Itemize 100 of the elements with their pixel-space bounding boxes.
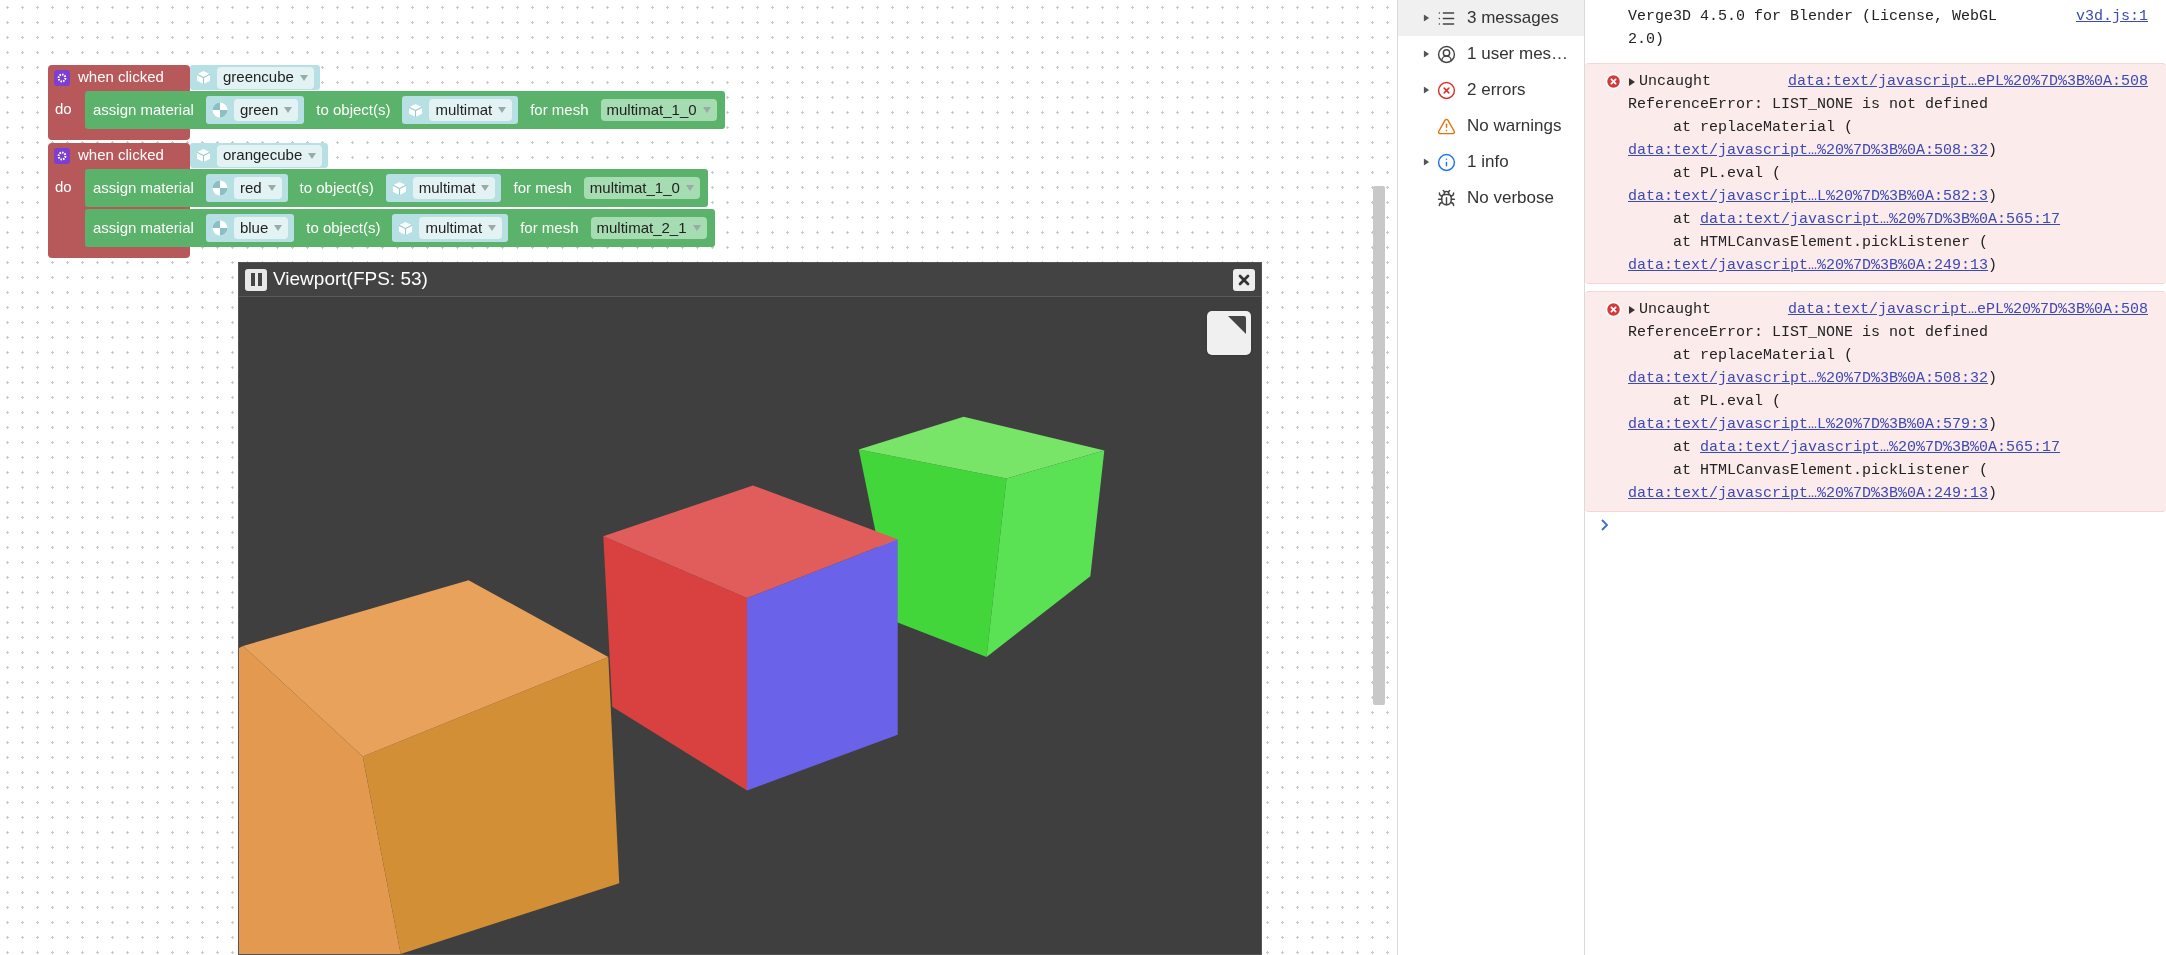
cube-icon: [391, 180, 407, 196]
viewport-title: Viewport(FPS: 53): [273, 267, 429, 292]
value-slot[interactable]: greencube: [190, 65, 320, 90]
source-link[interactable]: data:text/javascript…%20%7D%3B%0A:508:32: [1628, 367, 1989, 390]
value-slot[interactable]: multimat: [385, 174, 502, 202]
block-label: to object(s): [299, 177, 374, 198]
error-text: ReferenceError: LIST_NONE is not defined: [1628, 323, 1990, 343]
dropdown-field[interactable]: orangecube: [217, 144, 323, 167]
stack-frame-text: at PL.eval (: [1672, 392, 1783, 412]
block-label: assign material: [93, 177, 194, 198]
paren-text: ): [1988, 256, 1998, 276]
source-link[interactable]: data:text/javascript…L%20%7D%3B%0A:579:3: [1628, 413, 1989, 436]
dropdown-arrow-icon: [308, 152, 317, 159]
cube-icon: [398, 220, 414, 236]
dropdown-field[interactable]: blue: [233, 217, 289, 239]
cube-icon: [196, 70, 211, 85]
scrollbar[interactable]: [1373, 186, 1385, 705]
block-label: when clicked: [78, 67, 164, 88]
assign-material-block[interactable]: assign material green to object(s) multimat for mesh multimat_1_0: [85, 91, 725, 129]
source-link[interactable]: data:text/javascript…%20%7D%3B%0A:508:32: [1628, 139, 1989, 162]
source-link[interactable]: data:text/javascript…L%20%7D%3B%0A:582:3: [1628, 185, 1989, 208]
dropdown-field[interactable]: multimat: [429, 99, 513, 121]
block-label: for mesh: [513, 177, 572, 198]
dropdown-arrow-icon: [299, 74, 308, 81]
dropdown-arrow-icon: [702, 107, 711, 113]
block-label: to object(s): [306, 217, 381, 238]
assign-material-block[interactable]: assign material red to object(s) multimat for mesh multimat_1_0: [85, 169, 708, 207]
stack-frame-text: at: [1673, 210, 1691, 230]
value-slot[interactable]: red: [205, 174, 288, 202]
log-message: Verge3D 4.5.0 for Blender (License, WebGL 2.0): [1628, 7, 1999, 50]
dropdown-arrow-icon: [685, 185, 694, 191]
paren-text: ): [1988, 369, 1998, 389]
dropdown-field[interactable]: red: [233, 177, 282, 199]
material-ball-icon: [211, 220, 228, 236]
error-label: Uncaught: [1639, 300, 1711, 320]
material-ball-icon: [211, 180, 228, 196]
error-text: ReferenceError: LIST_NONE is not defined: [1628, 95, 1990, 115]
assign-material-block[interactable]: assign material blue to object(s) multimat for mesh multimat_2_1: [85, 209, 715, 247]
event-block[interactable]: when clicked do greencube assign material green to object(s) multimat for mesh multimat_1_0: [48, 65, 725, 140]
prompt-icon[interactable]: [1601, 519, 1609, 531]
block-label: for mesh: [520, 217, 579, 238]
stack-frame-text: at: [1673, 438, 1691, 458]
source-link[interactable]: v3d.js:1: [2076, 5, 2148, 28]
dropdown-field[interactable]: multimat_1_0: [583, 177, 700, 199]
dropdown-field[interactable]: multimat: [419, 217, 503, 239]
dropdown-arrow-icon: [692, 225, 701, 231]
block-label: for mesh: [530, 99, 589, 120]
warning-icon: [1437, 116, 1456, 136]
stack-frame-text: at HTMLCanvasElement.pickListener (: [1672, 233, 1990, 253]
dropdown-field[interactable]: green: [233, 99, 299, 121]
material-ball-icon: [211, 102, 228, 118]
dropdown-arrow-icon: [284, 107, 293, 113]
value-slot[interactable]: multimat: [392, 214, 509, 242]
source-link[interactable]: data:text/javascript…%20%7D%3B%0A:249:13: [1628, 254, 1989, 277]
dropdown-arrow-icon: [267, 185, 276, 191]
dropdown-field[interactable]: multimat: [412, 177, 496, 199]
expand-arrow-icon: [1627, 77, 1637, 86]
stack-frame-text: at PL.eval (: [1672, 164, 1783, 184]
dropdown-arrow-icon: [481, 185, 490, 191]
stack-frame-text: at replaceMaterial (: [1672, 346, 1855, 366]
block-label: assign material: [93, 217, 194, 238]
pause-icon[interactable]: [245, 268, 267, 291]
error-label: Uncaught: [1639, 72, 1711, 92]
source-link[interactable]: data:text/javascript…%20%7D%3B%0A:565:17: [1700, 436, 2061, 459]
dropdown-field[interactable]: greencube: [217, 66, 314, 89]
cube-icon: [196, 148, 211, 163]
source-link[interactable]: data:text/javascript…%20%7D%3B%0A:565:17: [1700, 208, 2061, 231]
dropdown-arrow-icon: [488, 225, 497, 231]
source-link[interactable]: data:text/javascript…%20%7D%3B%0A:249:13: [1628, 482, 1989, 505]
block-label: when clicked: [78, 145, 164, 166]
event-block[interactable]: when clicked do orangecube assign material red to object(s) multimat for mesh multimat_1_0 assign material blue to object(s) multimat for mesh multimat_2_1: [48, 143, 715, 258]
value-slot[interactable]: green: [205, 96, 305, 124]
value-slot[interactable]: blue: [205, 214, 295, 242]
source-link[interactable]: data:text/javascript…ePL%20%7D%3B%0A:508: [1787, 70, 2148, 93]
value-slot[interactable]: multimat: [402, 96, 519, 124]
do-label: do: [55, 178, 72, 195]
error-icon: [1605, 73, 1622, 90]
info-icon: [1437, 152, 1456, 172]
value-slot[interactable]: orangecube: [190, 143, 329, 168]
dropdown-field[interactable]: multimat_2_1: [590, 217, 707, 239]
close-button[interactable]: [1233, 268, 1255, 291]
paren-text: ): [1988, 484, 1998, 504]
paren-text: ): [1988, 415, 1998, 435]
do-label: do: [55, 100, 72, 117]
cube-icon: [408, 102, 424, 118]
corner-triangle-icon: [1226, 316, 1246, 336]
console-filter-item[interactable]: 3 messages: [1398, 0, 1584, 36]
user-icon: [1437, 44, 1456, 64]
error-icon: [1605, 301, 1622, 318]
dropdown-arrow-icon: [274, 225, 283, 231]
paren-text: ): [1988, 187, 1998, 207]
paren-text: ): [1988, 141, 1998, 161]
block-label: assign material: [93, 99, 194, 120]
dropdown-field[interactable]: multimat_1_0: [600, 99, 717, 121]
fullscreen-button[interactable]: [1207, 311, 1251, 355]
dropdown-arrow-icon: [498, 107, 507, 113]
expand-arrow-icon: [1627, 305, 1637, 314]
error-icon: [1437, 80, 1456, 100]
stack-frame-text: at replaceMaterial (: [1672, 118, 1855, 138]
source-link[interactable]: data:text/javascript…ePL%20%7D%3B%0A:508: [1787, 298, 2148, 321]
